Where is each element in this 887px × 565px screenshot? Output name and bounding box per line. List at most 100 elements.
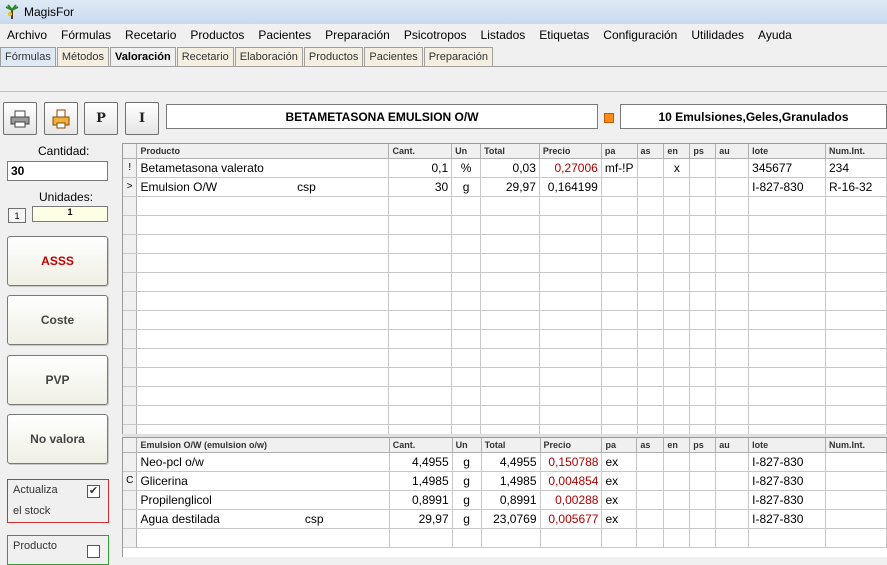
table-row[interactable] <box>123 405 887 425</box>
cell-lote[interactable]: I-827-830 <box>748 452 826 472</box>
cell-un[interactable]: g <box>452 452 482 472</box>
table-row[interactable] <box>123 367 887 387</box>
cell-precio[interactable]: 0,164199 <box>539 177 602 197</box>
cell-un[interactable]: g <box>451 177 482 197</box>
table-row[interactable] <box>123 196 887 216</box>
cell-precio[interactable]: 0,27006 <box>539 158 602 178</box>
cell-lote[interactable]: I-827-830 <box>748 471 826 491</box>
tab-elaboracion[interactable]: Elaboración <box>234 47 303 66</box>
cell-cant[interactable]: 0,8991 <box>389 490 453 510</box>
cell-producto[interactable]: Glicerina <box>136 471 390 491</box>
cell-total[interactable]: 23,0769 <box>481 509 541 529</box>
cell-en[interactable] <box>663 177 691 197</box>
tab-valoracion[interactable]: Valoración <box>110 47 176 66</box>
header-au[interactable]: au <box>715 438 750 453</box>
cell-total[interactable]: 4,4955 <box>481 452 541 472</box>
cell-producto[interactable]: Propilenglicol <box>136 490 390 510</box>
asss-button[interactable]: ASSS <box>7 236 108 286</box>
table-row[interactable]: Propilenglicol 0,8991 g 0,8991 0,00288 e… <box>123 490 887 510</box>
menu-pacientes[interactable]: Pacientes <box>251 28 318 42</box>
header-producto[interactable]: Emulsion O/W (emulsion o/w) <box>136 438 390 453</box>
cell-un[interactable]: g <box>452 490 482 510</box>
cell-cant[interactable]: 4,4955 <box>389 452 453 472</box>
header-total[interactable]: Total <box>480 144 540 159</box>
cell-ps[interactable] <box>689 177 717 197</box>
cell-precio[interactable]: 0,004854 <box>540 471 603 491</box>
table-row[interactable] <box>123 528 887 548</box>
cell-un[interactable]: g <box>452 471 482 491</box>
header-ps[interactable]: ps <box>689 144 717 159</box>
cell-cant[interactable]: 1,4985 <box>389 471 453 491</box>
cell-pa[interactable]: ex <box>601 452 638 472</box>
cell-pa[interactable]: ex <box>601 490 638 510</box>
tab-productos[interactable]: Productos <box>303 47 364 66</box>
header-lote[interactable]: lote <box>748 144 826 159</box>
menu-configuracion[interactable]: Configuración <box>596 28 684 42</box>
no-valora-button[interactable]: No valora <box>7 414 108 464</box>
table-row[interactable] <box>123 272 887 292</box>
table-row[interactable]: > Emulsion O/W csp 30 g 29,97 0,164199 I-… <box>123 177 887 197</box>
table-row[interactable]: ! Betametasona valerato 0,1 % 0,03 0,270… <box>123 158 887 178</box>
header-au[interactable]: au <box>715 144 750 159</box>
table-row[interactable]: C Glicerina 1,4985 g 1,4985 0,004854 ex … <box>123 471 887 491</box>
header-pa[interactable]: pa <box>601 144 638 159</box>
cell-as[interactable] <box>637 158 665 178</box>
table-row[interactable] <box>123 310 887 330</box>
cell-as[interactable] <box>637 177 665 197</box>
label-print-button[interactable] <box>44 102 78 135</box>
header-en[interactable]: en <box>663 144 691 159</box>
header-precio[interactable]: Precio <box>540 438 603 453</box>
p-button[interactable]: P <box>84 102 118 135</box>
cell-precio[interactable]: 0,005677 <box>540 509 603 529</box>
cell-producto[interactable]: Betametasona valerato <box>136 158 390 178</box>
tab-pacientes[interactable]: Pacientes <box>364 47 423 66</box>
table-row[interactable] <box>123 386 887 406</box>
table-row[interactable]: Neo-pcl o/w 4,4955 g 4,4955 0,150788 ex … <box>123 452 887 472</box>
menu-utilidades[interactable]: Utilidades <box>684 28 751 42</box>
cell-pa[interactable]: ex <box>601 509 638 529</box>
cell-ps[interactable] <box>689 158 717 178</box>
table-row[interactable] <box>123 329 887 349</box>
cantidad-input[interactable]: 30 <box>7 161 108 181</box>
header-producto[interactable]: Producto <box>136 144 390 159</box>
cell-numint[interactable]: 234 <box>825 158 887 178</box>
header-pa[interactable]: pa <box>601 438 638 453</box>
table-row[interactable] <box>123 291 887 311</box>
header-numint[interactable]: Num.Int. <box>825 438 887 453</box>
pvp-button[interactable]: PVP <box>7 355 108 405</box>
cell-lote[interactable]: I-827-830 <box>748 177 826 197</box>
cell-numint[interactable]: R-16-32 <box>825 177 887 197</box>
tab-preparacion[interactable]: Preparación <box>423 47 494 66</box>
header-lote[interactable]: lote <box>748 438 826 453</box>
menu-recetario[interactable]: Recetario <box>118 28 183 42</box>
cell-au[interactable] <box>715 177 750 197</box>
cell-producto[interactable]: Agua destilada csp <box>136 509 390 529</box>
menu-preparacion[interactable]: Preparación <box>318 28 397 42</box>
cell-precio[interactable]: 0,00288 <box>540 490 603 510</box>
unidades-button[interactable]: 1 <box>8 208 26 223</box>
coste-button[interactable]: Coste <box>7 295 108 345</box>
cell-cant[interactable]: 29,97 <box>389 509 453 529</box>
cell-pa[interactable]: ex <box>601 471 638 491</box>
menu-ayuda[interactable]: Ayuda <box>751 28 799 42</box>
menu-psicotropos[interactable]: Psicotropos <box>397 28 474 42</box>
table-row[interactable] <box>123 234 887 254</box>
header-numint[interactable]: Num.Int. <box>825 144 887 159</box>
tab-recetario[interactable]: Recetario <box>176 47 234 66</box>
menu-archivo[interactable]: Archivo <box>0 28 54 42</box>
cell-precio[interactable]: 0,150788 <box>540 452 603 472</box>
cell-cant[interactable]: 0,1 <box>388 158 453 178</box>
header-precio[interactable]: Precio <box>539 144 602 159</box>
cell-total[interactable]: 1,4985 <box>481 471 541 491</box>
header-un[interactable]: Un <box>452 438 482 453</box>
table-row[interactable] <box>123 253 887 273</box>
unidades-input[interactable]: 1 <box>32 206 108 222</box>
header-en[interactable]: en <box>663 438 691 453</box>
table-row[interactable] <box>123 348 887 368</box>
cell-total[interactable]: 29,97 <box>480 177 540 197</box>
cell-producto[interactable]: Emulsion O/W csp <box>136 177 390 197</box>
cell-un[interactable]: % <box>451 158 482 178</box>
table-row[interactable]: Agua destilada csp 29,97 g 23,0769 0,0056… <box>123 509 887 529</box>
tab-formulas[interactable]: Fórmulas <box>0 47 56 66</box>
header-as[interactable]: as <box>637 144 665 159</box>
